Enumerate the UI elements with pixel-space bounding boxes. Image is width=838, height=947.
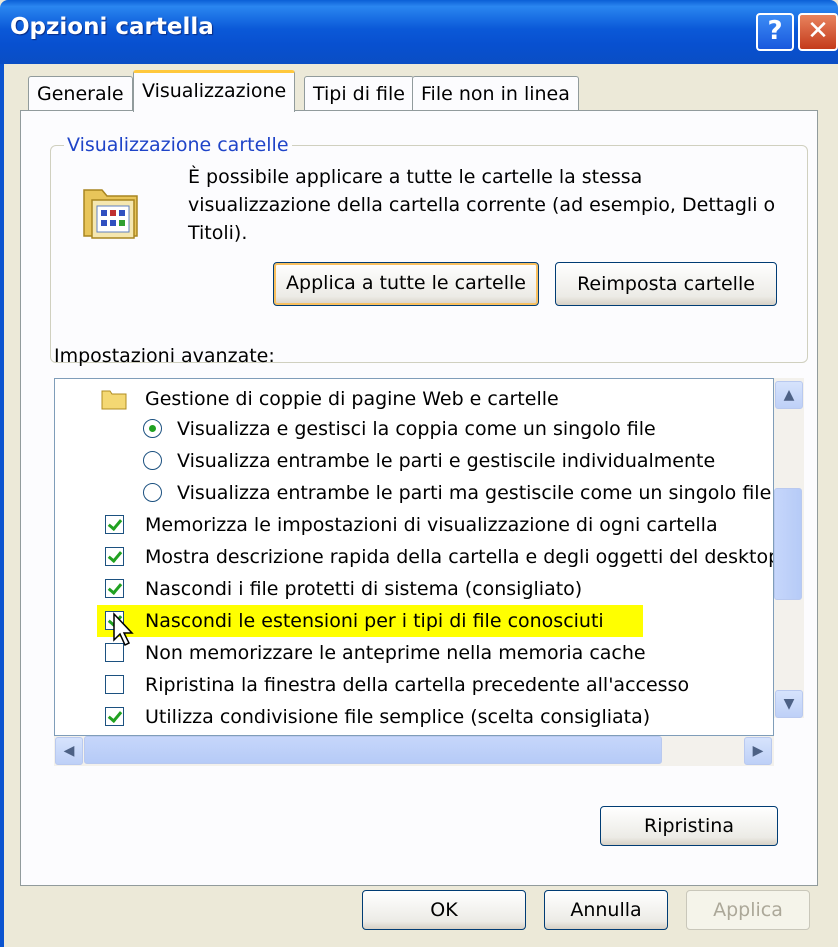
scroll-up-button[interactable]: ▲ bbox=[775, 381, 803, 409]
radio-button[interactable] bbox=[143, 483, 162, 502]
folder-icon bbox=[101, 390, 127, 410]
list-item-label: Utilizza condivisione file semplice (sce… bbox=[145, 706, 651, 728]
list-item-label: Nascondi i file protetti di sistema (con… bbox=[145, 578, 583, 600]
checkbox[interactable] bbox=[105, 515, 124, 534]
list-item-label: Memorizza le impostazioni di visualizzaz… bbox=[145, 514, 718, 536]
tab-tipi-di-file[interactable]: Tipi di file bbox=[304, 76, 414, 110]
list-item-label: Gestione di coppie di pagine Web e carte… bbox=[145, 388, 559, 410]
window-frame bbox=[0, 64, 4, 947]
list-item-label: Ripristina la finestra della cartella pr… bbox=[145, 674, 690, 696]
advanced-settings-list[interactable]: Gestione di coppie di pagine Web e carte… bbox=[54, 378, 774, 736]
checkbox[interactable] bbox=[105, 707, 124, 726]
close-button[interactable]: ✕ bbox=[798, 13, 838, 51]
radio-button[interactable] bbox=[143, 419, 162, 438]
apply-button[interactable]: Applica bbox=[686, 890, 810, 930]
checkbox[interactable] bbox=[105, 547, 124, 566]
scroll-right-button[interactable]: ▶ bbox=[744, 737, 772, 765]
tab-visualizzazione[interactable]: Visualizzazione bbox=[133, 70, 296, 112]
tab-generale[interactable]: Generale bbox=[28, 76, 133, 110]
restore-defaults-button[interactable]: Ripristina bbox=[600, 806, 778, 846]
list-item-label: Non memorizzare le anteprime nella memor… bbox=[145, 642, 646, 664]
window-title: Opzioni cartella bbox=[10, 14, 214, 40]
scroll-down-button[interactable]: ▼ bbox=[775, 690, 803, 718]
help-button[interactable]: ? bbox=[756, 13, 794, 51]
apply-to-all-folders-button[interactable]: Applica a tutte le cartelle bbox=[273, 262, 539, 306]
folder-view-icon bbox=[80, 180, 142, 247]
checkbox[interactable] bbox=[105, 675, 124, 694]
tab-file-non-in-linea[interactable]: File non in linea bbox=[412, 76, 579, 110]
folder-views-description: È possibile applicare a tutte le cartell… bbox=[188, 166, 776, 244]
list-item-checkbox-highlighted[interactable]: Nascondi le estensioni per i tipi di fil… bbox=[97, 605, 643, 637]
reset-folders-button[interactable]: Reimposta cartelle bbox=[555, 262, 777, 306]
group-title: Visualizzazione cartelle bbox=[64, 134, 292, 156]
cancel-button[interactable]: Annulla bbox=[544, 890, 668, 930]
scroll-left-button[interactable]: ◀ bbox=[55, 737, 83, 765]
advanced-settings-label: Impostazioni avanzate: bbox=[54, 345, 275, 367]
list-item-label: Visualizza entrambe le parti e gestiscil… bbox=[177, 450, 716, 472]
checkbox[interactable] bbox=[105, 579, 124, 598]
list-item-label: Mostra descrizione rapida della cartella… bbox=[145, 546, 774, 568]
radio-button[interactable] bbox=[143, 451, 162, 470]
title-bar[interactable]: Opzioni cartella ? ✕ bbox=[0, 0, 838, 64]
ok-button[interactable]: OK bbox=[362, 890, 526, 930]
vertical-scroll-thumb[interactable] bbox=[774, 488, 802, 600]
list-item-label: Nascondi le estensioni per i tipi di fil… bbox=[145, 610, 604, 632]
list-item-label: Visualizza entrambe le parti ma gestisci… bbox=[177, 482, 772, 504]
horizontal-scroll-thumb[interactable] bbox=[84, 736, 662, 764]
list-item-label: Visualizza e gestisci la coppia come un … bbox=[177, 418, 656, 440]
mouse-cursor-icon bbox=[113, 612, 134, 647]
